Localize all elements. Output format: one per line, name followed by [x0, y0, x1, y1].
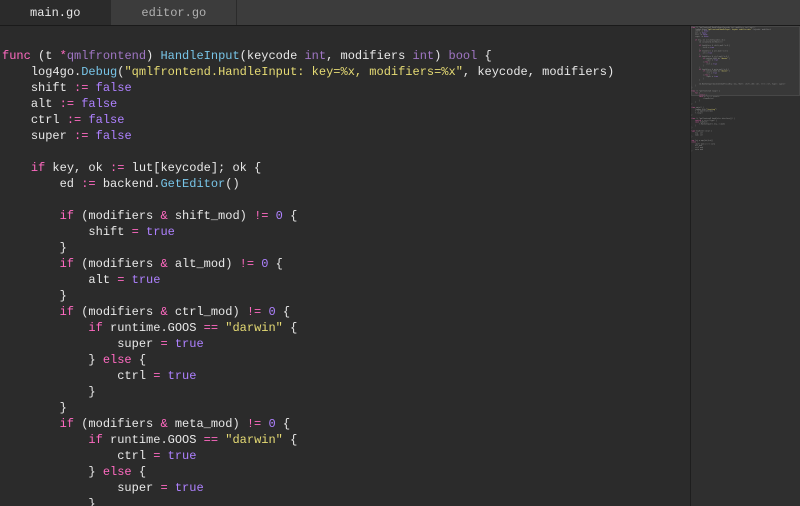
tab-bar: main.go editor.go: [0, 0, 800, 26]
tab-editor-go[interactable]: editor.go: [111, 0, 237, 25]
tab-main-go[interactable]: main.go: [0, 0, 111, 25]
code-editor[interactable]: func (t *qmlfrontend) HandleInput(keycod…: [0, 26, 690, 506]
tab-label: main.go: [30, 6, 80, 20]
main-area: func (t *qmlfrontend) HandleInput(keycod…: [0, 26, 800, 506]
minimap[interactable]: func (t *qmlfrontend) HandleInput(keycod…: [690, 26, 800, 506]
tab-label: editor.go: [141, 6, 206, 20]
minimap-content: func (t *qmlfrontend) HandleInput(keycod…: [691, 26, 800, 153]
